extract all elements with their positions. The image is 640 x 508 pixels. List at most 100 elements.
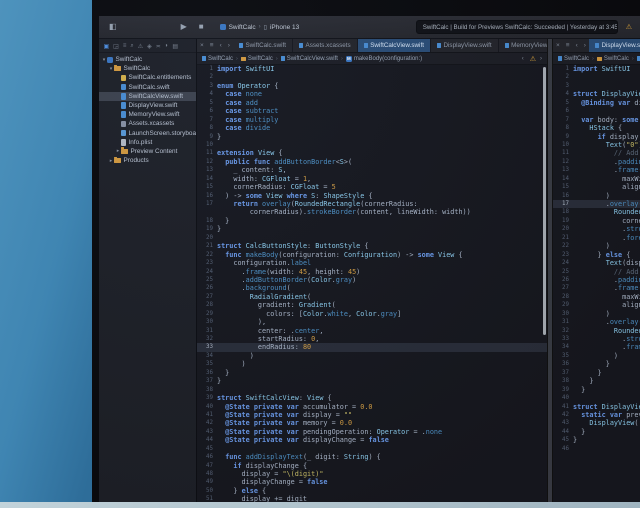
- code-line[interactable]: 23 } else {: [553, 251, 640, 259]
- code-line[interactable]: cornerRadius).strokeBorder(content, line…: [197, 208, 547, 216]
- tree-item-info-plist[interactable]: Info.plist: [99, 138, 196, 147]
- code-line[interactable]: 50 } else {: [197, 487, 547, 495]
- code-line[interactable]: 8 HStack {: [553, 124, 640, 132]
- code-line[interactable]: 22 ): [553, 242, 640, 250]
- code-line[interactable]: 49 displayChange = false: [197, 478, 547, 486]
- code-line[interactable]: 19 cornerRadius: 5): [553, 217, 640, 225]
- tree-item-products[interactable]: ▸Products: [99, 156, 196, 165]
- scrollbar[interactable]: [543, 67, 546, 335]
- tab-assets-xcassets[interactable]: Assets.xcassets: [293, 39, 358, 52]
- close-editor-icon[interactable]: ×: [553, 39, 563, 52]
- tree-item-swiftcalcview-swift[interactable]: SwiftCalcView.swift: [99, 92, 196, 101]
- code-line[interactable]: 39struct SwiftCalcView: View {: [197, 394, 547, 402]
- code-line[interactable]: 28 maxWidth: .infinity,: [553, 293, 640, 301]
- code-line[interactable]: 13 .frame(: [553, 166, 640, 174]
- navigator-toggle-icon[interactable]: ◧: [105, 21, 121, 33]
- code-line[interactable]: 37}: [197, 377, 547, 385]
- code-line[interactable]: 15 cornerRadius: CGFloat = 5: [197, 183, 547, 191]
- stop-button[interactable]: ■: [195, 21, 208, 33]
- code-line[interactable]: 44 }: [553, 428, 640, 436]
- code-line[interactable]: 21 .foregroundColor(): [553, 234, 640, 242]
- code-line[interactable]: 32 RoundedRectangle(: [553, 327, 640, 335]
- code-line[interactable]: 18 }: [197, 217, 547, 225]
- activity-status[interactable]: SwiftCalc | Build for Previews SwiftCalc…: [416, 20, 618, 34]
- code-line[interactable]: 7 case multiply: [197, 116, 547, 124]
- code-line[interactable]: 18 RoundedRectangle(: [553, 208, 640, 216]
- forward-icon[interactable]: ›: [225, 39, 233, 52]
- scheme-selector[interactable]: SwiftCalc › ▯ iPhone 13: [220, 24, 300, 31]
- code-line[interactable]: 46: [553, 445, 640, 453]
- breakpoint-navigator-icon[interactable]: ◗: [163, 43, 170, 49]
- code-line[interactable]: 19}: [197, 225, 547, 233]
- code-line[interactable]: 41struct DisplayView_Previews: PreviewPr…: [553, 403, 640, 411]
- code-line[interactable]: 25 .addButtonBorder(Color.gray): [197, 276, 547, 284]
- code-line[interactable]: 42 @State private var memory = 0.0: [197, 419, 547, 427]
- code-line[interactable]: 36 }: [197, 369, 547, 377]
- code-line[interactable]: 31 .overlay(: [553, 318, 640, 326]
- breadcrumb-item[interactable]: SwiftCalc: [241, 56, 273, 62]
- code-line[interactable]: 40: [553, 394, 640, 402]
- code-line[interactable]: 37 }: [553, 369, 640, 377]
- tree-item-displayview-swift[interactable]: DisplayView.swift: [99, 101, 196, 110]
- warning-icon[interactable]: ⚠: [626, 23, 632, 31]
- warning-icon[interactable]: ⚠: [530, 55, 536, 63]
- code-line[interactable]: 11extension View {: [197, 149, 547, 157]
- code-line[interactable]: 13 _ content: S,: [197, 166, 547, 174]
- code-line[interactable]: 20: [197, 234, 547, 242]
- tab-displayview-swift[interactable]: DisplayView.swift: [589, 39, 640, 52]
- code-line[interactable]: 33 .stroke(): [553, 335, 640, 343]
- code-line[interactable]: 39 }: [553, 386, 640, 394]
- code-line[interactable]: 48 display = "\(digit)": [197, 470, 547, 478]
- tree-item-swiftcalc-swift[interactable]: SwiftCalc.swift: [99, 83, 196, 92]
- code-line[interactable]: 10 Text("0"): [553, 141, 640, 149]
- tab-swiftcalc-swift[interactable]: SwiftCalc.swift: [233, 39, 293, 52]
- breadcrumb-item[interactable]: SwiftCalc: [202, 56, 233, 62]
- debug-navigator-icon[interactable]: ≍: [154, 43, 162, 50]
- code-line[interactable]: 26 .background(: [197, 284, 547, 292]
- code-line[interactable]: 36 }: [553, 360, 640, 368]
- code-line[interactable]: 25 // Add: [553, 268, 640, 276]
- code-line[interactable]: 27 .frame(: [553, 284, 640, 292]
- code-line[interactable]: 35 ): [553, 352, 640, 360]
- code-line[interactable]: 4struct DisplayView: View {: [553, 90, 640, 98]
- code-line[interactable]: 17 .overlay(: [553, 200, 640, 208]
- breadcrumb-item[interactable]: SwiftCalc: [558, 56, 589, 62]
- primary-code-editor[interactable]: 1import SwiftUI23enum Operator {4 case n…: [197, 65, 547, 502]
- code-line[interactable]: 6 case subtract: [197, 107, 547, 115]
- code-line[interactable]: 2: [553, 73, 640, 81]
- code-line[interactable]: 12 .padding(): [553, 158, 640, 166]
- issue-navigator-icon[interactable]: ⚠: [136, 43, 144, 50]
- related-items-icon[interactable]: ≡: [207, 39, 217, 52]
- forward-icon[interactable]: ›: [581, 39, 589, 52]
- symbol-navigator-icon[interactable]: ≡: [121, 43, 128, 49]
- code-line[interactable]: 34 ): [197, 352, 547, 360]
- prev-issue-icon[interactable]: ‹: [522, 56, 524, 62]
- code-line[interactable]: 45}: [553, 436, 640, 444]
- code-line[interactable]: 6: [553, 107, 640, 115]
- code-line[interactable]: 45: [197, 445, 547, 453]
- tab-swiftcalcview-swift[interactable]: SwiftCalcView.swift: [358, 39, 431, 52]
- project-navigator-icon[interactable]: ▣: [102, 43, 111, 50]
- code-line[interactable]: 14 maxWidth: .infinity,: [553, 175, 640, 183]
- find-navigator-icon[interactable]: ⌕: [129, 43, 135, 50]
- code-line[interactable]: 31 center: .center,: [197, 327, 547, 335]
- code-line[interactable]: 29 colors: [Color.white, Color.gray]: [197, 310, 547, 318]
- source-control-navigator-icon[interactable]: ◲: [112, 43, 121, 50]
- tree-item-assets-xcassets[interactable]: Assets.xcassets: [99, 119, 196, 128]
- code-line[interactable]: 26 .padding(): [553, 276, 640, 284]
- code-line[interactable]: 9 if display.isEmpty {: [553, 133, 640, 141]
- code-line[interactable]: 7 var body: some View {: [553, 116, 640, 124]
- code-line[interactable]: 10: [197, 141, 547, 149]
- code-line[interactable]: 30 ),: [197, 318, 547, 326]
- code-line[interactable]: 21struct CalcButtonStyle: ButtonStyle {: [197, 242, 547, 250]
- back-icon[interactable]: ‹: [573, 39, 581, 52]
- code-line[interactable]: 17 return overlay(RoundedRectangle(corne…: [197, 200, 547, 208]
- code-line[interactable]: 5 @Binding var display: String: [553, 99, 640, 107]
- code-line[interactable]: 42 static var previews: some View {: [553, 411, 640, 419]
- code-line[interactable]: 9}: [197, 133, 547, 141]
- code-line[interactable]: 16 ): [553, 192, 640, 200]
- tree-item-memoryview-swift[interactable]: MemoryView.swift: [99, 110, 196, 119]
- code-line[interactable]: 24 .frame(width: 45, height: 45): [197, 268, 547, 276]
- tab-memoryview-swift[interactable]: MemoryView.swift: [499, 39, 547, 52]
- tree-item-swiftcalc-entitlements[interactable]: SwiftCalc.entitlements: [99, 73, 196, 82]
